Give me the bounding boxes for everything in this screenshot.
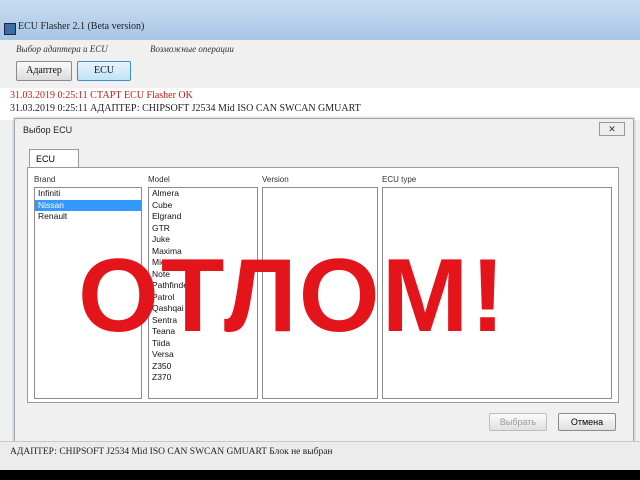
list-item[interactable]: Z370 [149, 372, 257, 384]
brand-column-header: Brand [34, 175, 56, 184]
tab-ecu[interactable]: ECU [29, 149, 79, 167]
close-icon[interactable]: ✕ [599, 122, 625, 136]
version-column-header: Version [262, 175, 289, 184]
ecu-button[interactable]: ECU [77, 61, 131, 81]
list-item[interactable]: Renault [35, 211, 141, 223]
adapter-button[interactable]: Адаптер [16, 61, 72, 81]
cancel-button[interactable]: Отмена [558, 413, 616, 431]
model-column-header: Model [148, 175, 170, 184]
list-item[interactable]: Nissan [35, 199, 141, 211]
select-button[interactable]: Выбрать [489, 413, 547, 431]
list-item[interactable]: Z350 [149, 361, 257, 373]
list-item[interactable]: Elgrand [149, 211, 257, 223]
list-item[interactable]: Almera [149, 188, 257, 200]
adapter-section-label: Выбор адаптера и ECU [16, 44, 108, 54]
list-item[interactable]: Infiniti [35, 188, 141, 200]
app-icon [4, 23, 16, 35]
list-item[interactable]: GTR [149, 223, 257, 235]
toolbar: Выбор адаптера и ECU Возможные операции … [0, 40, 640, 86]
operations-label: Возможные операции [150, 44, 234, 54]
list-item[interactable]: Cube [149, 200, 257, 212]
app-window: ECU Flasher 2.1 (Beta version) Выбор ада… [0, 0, 640, 471]
window-title: ECU Flasher 2.1 (Beta version) [18, 21, 145, 32]
overlay-caption: ОТЛОМ! [78, 238, 507, 354]
dialog-title: Выбор ECU [23, 125, 73, 135]
ecu-type-column-header: ECU type [382, 175, 417, 184]
log-area: 31.03.2019 0:25:11 СТАРТ ECU Flasher OK … [0, 88, 640, 120]
log-line-adapter: 31.03.2019 0:25:11 АДАПТЕР: CHIPSOFT J25… [10, 103, 361, 114]
log-line-start: 31.03.2019 0:25:11 СТАРТ ECU Flasher OK [10, 90, 193, 101]
bottom-border [0, 470, 640, 480]
title-bar: ECU Flasher 2.1 (Beta version) [0, 0, 640, 40]
status-text: АДАПТЕР: CHIPSOFT J2534 Mid ISO CAN SWCA… [10, 447, 333, 457]
status-bar: АДАПТЕР: CHIPSOFT J2534 Mid ISO CAN SWCA… [0, 441, 640, 471]
